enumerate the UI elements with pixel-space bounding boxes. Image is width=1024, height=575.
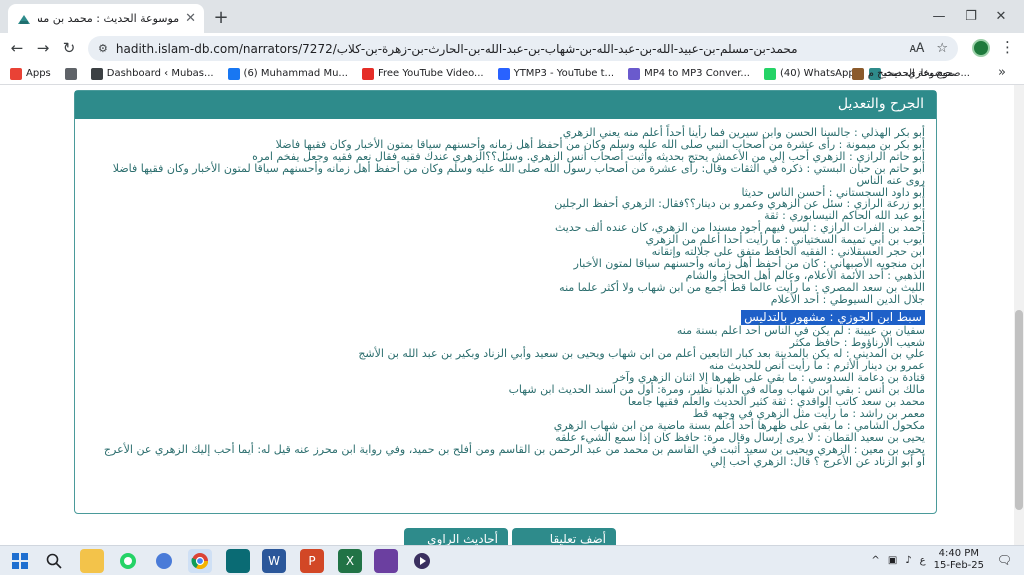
reload-button[interactable]: ↻: [58, 37, 80, 59]
meet-icon[interactable]: [152, 549, 176, 573]
facebook-icon: [227, 67, 240, 80]
bookmark-label: MP4 to MP3 Conver...: [644, 68, 750, 79]
new-tab-button[interactable]: +: [210, 6, 232, 28]
selected-narrator-wrap: سبط ابن الجوزي : مشهور بالتدليس: [97, 306, 925, 325]
apps-grid-icon: [10, 67, 22, 80]
tab-bar: موسوعة الحديث : محمد بن مسلم... ✕ + — ❐ …: [0, 0, 1024, 33]
bookmark-item[interactable]: Apps: [10, 67, 51, 80]
close-window-button[interactable]: ✕: [978, 0, 1024, 33]
tray-overflow-icon[interactable]: ^: [871, 555, 879, 566]
page-scrollbar[interactable]: [1014, 85, 1024, 545]
narrator-entry: جلال الدين السيوطي : أحد الأعلام: [97, 292, 925, 306]
whatsapp-icon[interactable]: [116, 549, 140, 573]
clock[interactable]: 4:40 PM 15-Feb-25: [934, 548, 984, 572]
clock-time: 4:40 PM: [938, 548, 979, 559]
scroll-thumb[interactable]: [1015, 310, 1023, 510]
narrator-name[interactable]: جلال الدين السيوطي: [830, 293, 925, 306]
language-indicator[interactable]: ع: [920, 555, 926, 566]
whatsapp-icon: [763, 67, 776, 80]
separator: :: [819, 292, 830, 306]
narrator-name[interactable]: سبط ابن الجوزي: [837, 310, 922, 324]
bookmark-star-icon[interactable]: ☆: [936, 41, 948, 56]
jarh-tadil-panel: الجرح والتعديل أبو بكر الهذلي : جالسنا ا…: [74, 90, 937, 514]
bookmark-item[interactable]: MP4 to MP3 Conver...: [628, 67, 750, 80]
narrator-entry: يحيى بن معين : الزهري ويحيى بن سعيد أثبت…: [97, 442, 925, 468]
app-icon-2[interactable]: [374, 549, 398, 573]
narrator-entry: سبط ابن الجوزي : مشهور بالتدليس: [741, 309, 925, 325]
profile-avatar[interactable]: [972, 39, 990, 57]
chrome-icon[interactable]: [188, 549, 212, 573]
translate-icon[interactable]: 🗚: [910, 41, 925, 56]
narrator-opinion: أحد الأعلام: [770, 292, 820, 306]
bookmark-item[interactable]: Free YouTube Video...: [361, 67, 484, 80]
search-icon[interactable]: [42, 549, 66, 573]
bookmark-label: Apps: [26, 68, 51, 79]
site-favicon-icon: [16, 11, 32, 27]
browser-toolbar: ← → ↻ ⚙ hadith.islam-db.com/narrators/72…: [0, 33, 1024, 63]
tab-title: موسوعة الحديث : محمد بن مسلم...: [38, 12, 180, 25]
bookmark-label: Free YouTube Video...: [377, 68, 484, 79]
bookmarks-bar: Apps Dashboard ‹ Mubas... (6) Muhammad Mu.…: [0, 63, 1024, 85]
tab-buttons: أحاديث الراوي أضف تعليقا: [404, 528, 616, 545]
bookmark-label: YTMP3 - YouTube t...: [513, 68, 615, 79]
file-explorer-icon[interactable]: [80, 549, 104, 573]
bookmark-item[interactable]: YTMP3 - YouTube t...: [497, 67, 615, 80]
site-info-icon[interactable]: ⚙: [98, 42, 108, 55]
book-icon: [851, 67, 864, 80]
windows-start-icon[interactable]: [8, 549, 32, 573]
powerpoint-icon[interactable]: P: [300, 549, 324, 573]
page-content: الجرح والتعديل أبو بكر الهذلي : جالسنا ا…: [0, 85, 1024, 545]
back-button[interactable]: ←: [6, 37, 28, 59]
bookmark-label: صحيح بخاري، صحيح م...: [867, 68, 970, 79]
address-bar[interactable]: ⚙ hadith.islam-db.com/narrators/7272/محم…: [88, 36, 958, 61]
separator: :: [825, 309, 838, 324]
separator: :: [802, 161, 814, 175]
narrator-list: أبو بكر الهذلي : جالسنا الحسن وابن سيرين…: [97, 127, 925, 467]
tab-close-icon[interactable]: ✕: [185, 11, 196, 26]
add-comment-button[interactable]: أضف تعليقا: [512, 528, 616, 545]
narrator-entry: أبو حاتم بن حبان البستي : ذكره في الثقات…: [97, 161, 925, 187]
narrator-opinion: الزهري ويحيى بن سعيد أثبت في القاسم بن م…: [103, 442, 925, 468]
system-tray: ^ ▣ ♪ ع 4:40 PM 15-Feb-25: [871, 548, 984, 572]
speaker-icon[interactable]: ♪: [905, 555, 911, 566]
bookmark-item[interactable]: (40) WhatsApp: [763, 67, 855, 80]
narrator-opinion: مشهور بالتدليس: [744, 309, 826, 324]
word-icon[interactable]: W: [262, 549, 286, 573]
clock-date: 15-Feb-25: [933, 560, 984, 571]
notifications-icon[interactable]: 🗨: [997, 553, 1012, 567]
panel-title: الجرح والتعديل: [75, 91, 936, 119]
bookmark-label: (40) WhatsApp: [779, 68, 855, 79]
bookmark-item[interactable]: Dashboard ‹ Mubas...: [90, 67, 214, 80]
bookmark-item[interactable]: صحيح بخاري، صحيح م...: [851, 67, 970, 80]
browser-menu-icon[interactable]: ⋮: [1000, 38, 1015, 56]
media-player-icon[interactable]: [410, 549, 434, 573]
ytmp3-icon: [497, 67, 510, 80]
youtube-icon: [361, 67, 374, 80]
bookmark-label: Dashboard ‹ Mubas...: [106, 68, 214, 79]
bookmark-item[interactable]: [64, 67, 77, 80]
convert-icon: [628, 67, 641, 80]
windows-taskbar: W P X ^ ▣ ♪ ع 4:40 PM 15-Feb-25 🗨: [0, 545, 1024, 575]
bookmark-item[interactable]: (6) Muhammad Mu...: [227, 67, 348, 80]
bookmarks-more-icon[interactable]: »: [998, 65, 1006, 80]
excel-icon[interactable]: X: [338, 549, 362, 573]
wordpress-icon: [90, 67, 103, 80]
network-icon[interactable]: ▣: [888, 555, 897, 566]
forward-button[interactable]: →: [32, 37, 54, 59]
narrator-hadiths-button[interactable]: أحاديث الراوي: [404, 528, 508, 545]
grid-icon: [64, 67, 77, 80]
url-text[interactable]: hadith.islam-db.com/narrators/7272/محمد-…: [116, 42, 902, 56]
app-icon[interactable]: [226, 549, 250, 573]
browser-tab[interactable]: موسوعة الحديث : محمد بن مسلم... ✕: [8, 4, 204, 33]
bookmark-label: (6) Muhammad Mu...: [243, 68, 348, 79]
